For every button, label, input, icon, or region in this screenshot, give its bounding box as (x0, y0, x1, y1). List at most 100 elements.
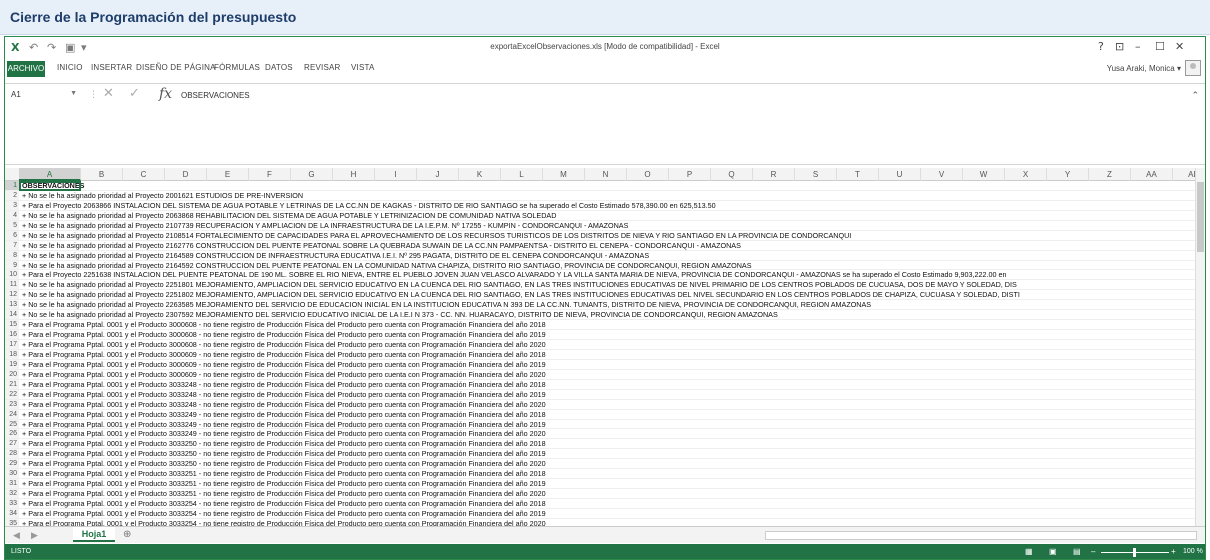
row-header[interactable]: 16 (5, 330, 19, 340)
table-row[interactable]: + Para el Programa Pptal. 0001 y el Prod… (19, 400, 1197, 410)
tab-inicio[interactable]: INICIO (57, 63, 83, 72)
table-row[interactable]: + No se le ha asignado prioridad al Proy… (19, 280, 1197, 291)
tab-revisar[interactable]: REVISAR (304, 63, 341, 72)
column-header[interactable]: X (1005, 168, 1047, 181)
table-row[interactable]: + Para el Programa Pptal. 0001 y el Prod… (19, 350, 1197, 360)
column-header[interactable]: N (585, 168, 627, 181)
row-header[interactable]: 30 (5, 469, 19, 480)
formula-input[interactable]: OBSERVACIONES (181, 91, 250, 100)
tab-formulas[interactable]: FÓRMULAS (214, 63, 260, 72)
table-row[interactable]: + No se le ha asignado prioridad al Proy… (19, 221, 1197, 231)
table-row[interactable]: + Para el Programa Pptal. 0001 y el Prod… (19, 489, 1197, 499)
row-header[interactable]: 13 (5, 300, 19, 311)
enter-icon[interactable]: ✓ (129, 86, 140, 101)
row-header[interactable]: 9 (5, 261, 19, 271)
column-header[interactable]: C (123, 168, 165, 181)
column-header[interactable]: J (417, 168, 459, 181)
column-header[interactable]: V (921, 168, 963, 181)
tab-vista[interactable]: VISTA (351, 63, 375, 72)
column-header[interactable]: R (753, 168, 795, 181)
add-sheet-icon[interactable]: ⊕ (123, 529, 131, 540)
row-header[interactable]: 25 (5, 420, 19, 430)
row-header[interactable]: 12 (5, 290, 19, 301)
column-header[interactable]: F (249, 168, 291, 181)
user-name[interactable]: Yusa Araki, Monica ▾ (1107, 64, 1181, 73)
cancel-icon[interactable]: ✕ (103, 86, 114, 101)
row-header[interactable]: 19 (5, 360, 19, 370)
worksheet-grid[interactable]: ABCDEFGHIJKLMNOPQRSTUVWXYZAAAB 123456789… (5, 168, 1197, 526)
table-row[interactable]: + Para el Programa Pptal. 0001 y el Prod… (19, 360, 1197, 370)
tab-archivo[interactable]: ARCHIVO (7, 61, 45, 77)
chevron-down-icon[interactable]: ▼ (70, 90, 77, 97)
table-row[interactable]: + Para el Programa Pptal. 0001 y el Prod… (19, 429, 1197, 440)
table-row[interactable]: + Para el Programa Pptal. 0001 y el Prod… (19, 330, 1197, 340)
row-header[interactable]: 27 (5, 439, 19, 450)
table-row[interactable]: + Para el Programa Pptal. 0001 y el Prod… (19, 469, 1197, 480)
column-header[interactable]: D (165, 168, 207, 181)
row-header[interactable]: 17 (5, 340, 19, 350)
column-header[interactable]: Z (1089, 168, 1131, 181)
page-layout-view-icon[interactable]: ▣ (1049, 547, 1057, 556)
column-header[interactable]: Q (711, 168, 753, 181)
column-header[interactable]: K (459, 168, 501, 181)
table-row[interactable]: + Para el Programa Pptal. 0001 y el Prod… (19, 439, 1197, 450)
sheet-tab-hoja1[interactable]: Hoja1 (73, 527, 115, 542)
row-header[interactable]: 2 (5, 191, 19, 201)
row-header[interactable]: 5 (5, 221, 19, 231)
column-header[interactable]: Y (1047, 168, 1089, 181)
ribbon-display-icon[interactable]: ⊡ (1115, 40, 1124, 53)
header-cell[interactable]: OBSERVACIONES (19, 181, 1197, 191)
table-row[interactable]: + Para el Proyecto 2063866 INSTALACION D… (19, 201, 1197, 211)
table-row[interactable]: + Para el Programa Pptal. 0001 y el Prod… (19, 499, 1197, 509)
row-header[interactable]: 4 (5, 211, 19, 221)
vertical-scrollbar[interactable] (1195, 168, 1205, 526)
normal-view-icon[interactable]: ▦ (1025, 547, 1033, 556)
column-header[interactable]: S (795, 168, 837, 181)
next-sheet-icon[interactable]: ▶ (31, 530, 38, 541)
table-row[interactable]: + No se le ha asignado prioridad al Proy… (19, 261, 1197, 271)
column-header[interactable]: AB (1173, 168, 1197, 181)
table-row[interactable]: + Para el Programa Pptal. 0001 y el Prod… (19, 479, 1197, 490)
row-header[interactable]: 3 (5, 201, 19, 211)
table-row[interactable]: + No se le ha asignado prioridad al Proy… (19, 251, 1197, 261)
row-header[interactable]: 8 (5, 251, 19, 261)
row-header[interactable]: 20 (5, 370, 19, 380)
row-header[interactable]: 26 (5, 429, 19, 440)
table-row[interactable]: + Para el Programa Pptal. 0001 y el Prod… (19, 390, 1197, 400)
zoom-in-icon[interactable]: + (1171, 547, 1176, 556)
row-header[interactable]: 31 (5, 479, 19, 490)
table-row[interactable]: + Para el Programa Pptal. 0001 y el Prod… (19, 410, 1197, 420)
row-header[interactable]: 22 (5, 390, 19, 400)
table-row[interactable]: + No se le ha asignado prioridad al Proy… (19, 300, 1197, 311)
row-header[interactable]: 35 (5, 519, 19, 526)
name-box[interactable]: A1 ▼ (11, 90, 81, 104)
row-header[interactable]: 21 (5, 380, 19, 390)
column-header[interactable]: P (669, 168, 711, 181)
row-header[interactable]: 29 (5, 459, 19, 470)
row-header[interactable]: 33 (5, 499, 19, 509)
column-header[interactable]: B (81, 168, 123, 181)
column-header[interactable]: M (543, 168, 585, 181)
row-header[interactable]: 34 (5, 509, 19, 519)
column-header[interactable]: L (501, 168, 543, 181)
table-row[interactable]: + Para el Programa Pptal. 0001 y el Prod… (19, 519, 1197, 526)
column-header[interactable]: W (963, 168, 1005, 181)
minimize-icon[interactable]: – (1135, 40, 1141, 53)
zoom-slider-handle[interactable] (1133, 548, 1136, 557)
table-row[interactable]: + Para el Programa Pptal. 0001 y el Prod… (19, 370, 1197, 380)
column-header[interactable]: E (207, 168, 249, 181)
row-header[interactable]: 7 (5, 241, 19, 251)
table-row[interactable]: + Para el Programa Pptal. 0001 y el Prod… (19, 380, 1197, 390)
row-header[interactable]: 18 (5, 350, 19, 360)
tab-diseno-de-pagina[interactable]: DISEÑO DE PÁGINA (136, 63, 216, 72)
column-header[interactable]: A (19, 168, 81, 181)
zoom-level[interactable]: 100 % (1183, 548, 1203, 555)
close-icon[interactable]: ✕ (1175, 40, 1184, 53)
row-header[interactable]: 14 (5, 310, 19, 321)
row-header[interactable]: 28 (5, 449, 19, 460)
table-row[interactable]: + No se le ha asignado prioridad al Proy… (19, 191, 1197, 201)
vertical-scroll-thumb[interactable] (1197, 182, 1204, 252)
table-row[interactable]: + No se le ha asignado prioridad al Proy… (19, 241, 1197, 251)
restore-icon[interactable]: ☐ (1155, 40, 1165, 53)
row-header[interactable]: 1 (5, 181, 19, 191)
